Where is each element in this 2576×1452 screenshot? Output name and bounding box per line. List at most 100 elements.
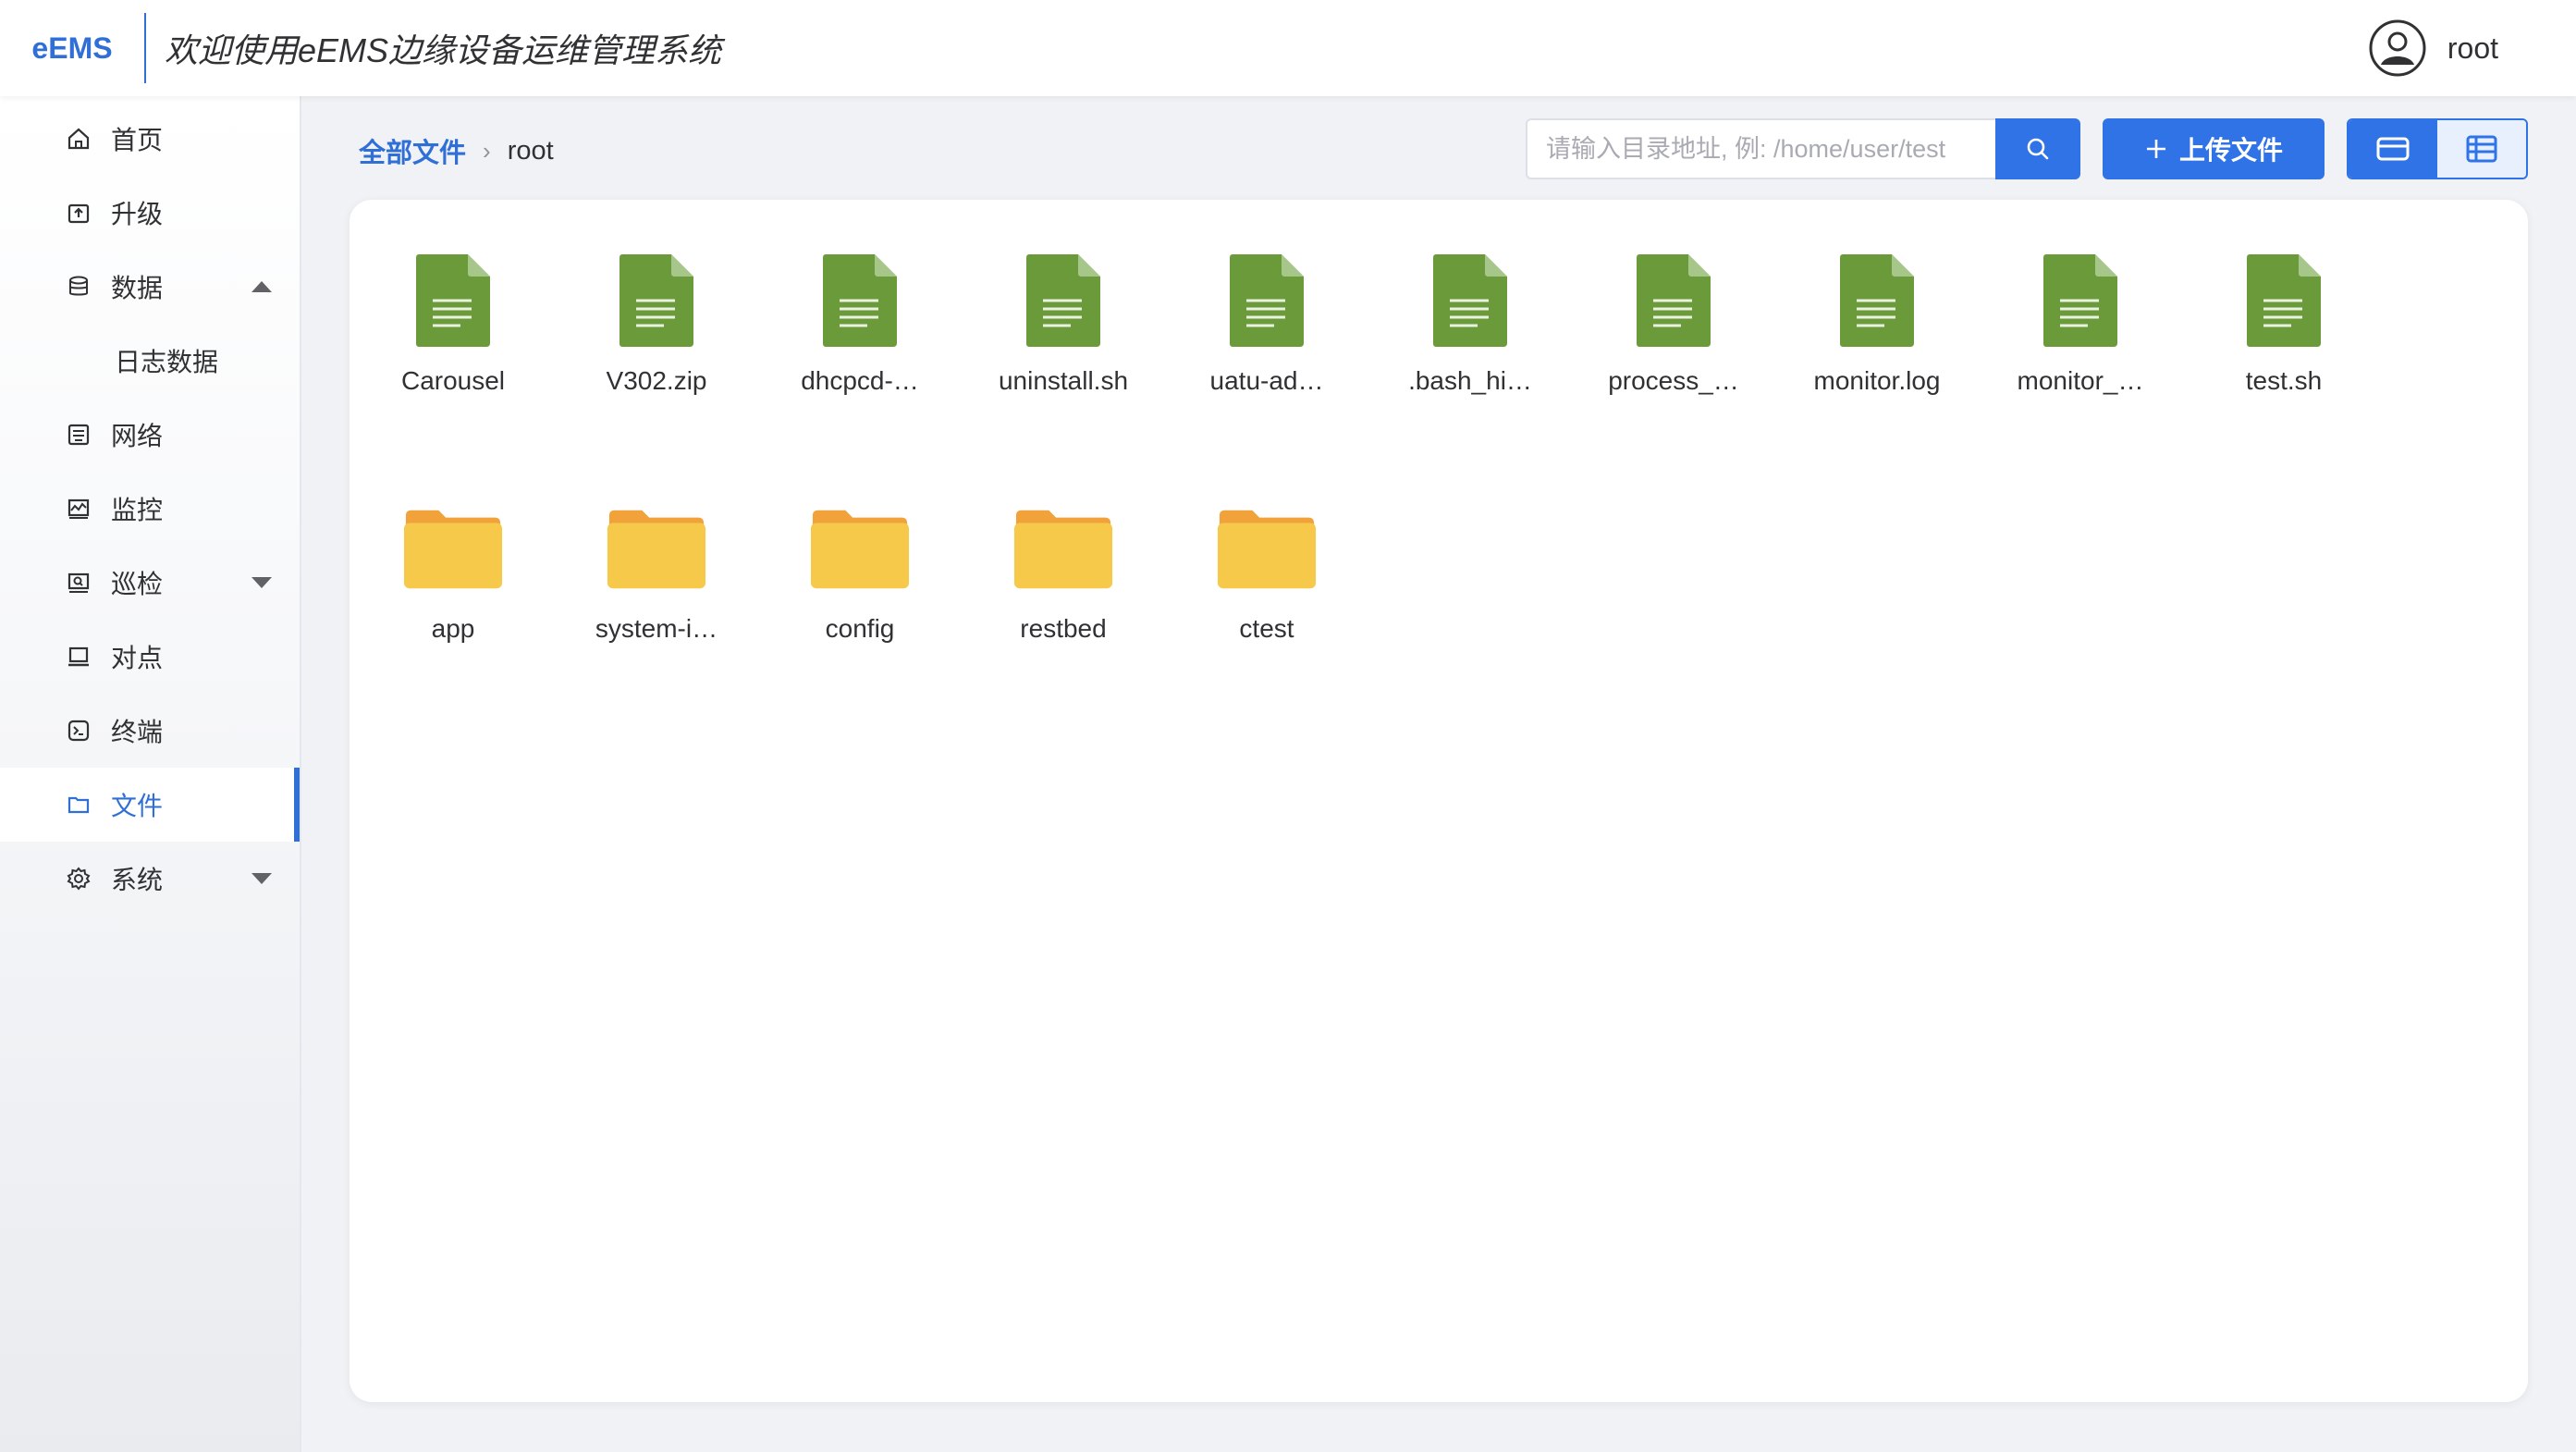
file-item[interactable]: dhcpcd-…: [758, 250, 962, 453]
sidebar-item-files[interactable]: 文件: [0, 768, 300, 842]
document-file-icon: [2030, 250, 2131, 351]
sidebar-item-label: 对点: [111, 644, 164, 672]
user-avatar-icon[interactable]: [2368, 18, 2427, 78]
network-icon: [65, 421, 92, 449]
user-menu[interactable]: root: [2368, 0, 2498, 96]
chevron-right-icon: ›: [483, 136, 491, 165]
sidebar-item-upgrade[interactable]: 升级: [0, 176, 300, 250]
file-item[interactable]: uatu-ad…: [1165, 250, 1368, 453]
folder-icon: [809, 498, 911, 599]
document-file-icon: [1419, 250, 1521, 351]
document-file-icon: [1216, 250, 1318, 351]
sidebar-item-label: 日志数据: [115, 348, 219, 376]
folder-icon: [1216, 498, 1318, 599]
upload-file-button[interactable]: 上传文件: [2103, 118, 2325, 179]
document-file-icon: [1012, 250, 1114, 351]
app-logo[interactable]: eEMS: [0, 13, 146, 83]
file-name: .bash_hi…: [1408, 366, 1532, 395]
file-name: process_…: [1608, 366, 1739, 395]
file-item[interactable]: process_…: [1572, 250, 1775, 453]
folder-item[interactable]: restbed: [962, 498, 1165, 701]
folder-item[interactable]: app: [351, 498, 555, 701]
folder-item[interactable]: system-i…: [555, 498, 758, 701]
folder-icon: [65, 791, 92, 818]
file-item[interactable]: V302.zip: [555, 250, 758, 453]
sidebar-item-inspect[interactable]: 巡检: [0, 546, 300, 620]
laptop-icon: [65, 643, 92, 671]
directory-search-input[interactable]: [1526, 118, 1995, 179]
sidebar-item-network[interactable]: 网络: [0, 398, 300, 472]
folder-name: config: [825, 614, 895, 643]
folder-item[interactable]: config: [758, 498, 962, 701]
sidebar-item-home[interactable]: 首页: [0, 102, 300, 176]
folder-item[interactable]: ctest: [1165, 498, 1368, 701]
breadcrumb-root[interactable]: 全部文件: [359, 131, 466, 170]
file-item[interactable]: Carousel: [351, 250, 555, 453]
sidebar: 首页 升级 数据 日志数据 网络 监控 巡检 对点 终端 文件 系统: [0, 96, 301, 1452]
document-file-icon: [1826, 250, 1928, 351]
user-name[interactable]: root: [2447, 31, 2498, 66]
card-view-button[interactable]: [2349, 120, 2437, 178]
file-item[interactable]: monitor.log: [1775, 250, 1979, 453]
chevron-down-icon[interactable]: [251, 873, 272, 884]
folder-name: system-i…: [595, 614, 718, 643]
sidebar-item-label: 网络: [111, 422, 164, 450]
sidebar-item-label: 文件: [111, 792, 164, 820]
file-toolbar: 全部文件 › root 上传文件: [301, 96, 2576, 200]
document-file-icon: [402, 250, 504, 351]
file-name: Carousel: [400, 366, 506, 395]
upgrade-icon: [65, 199, 92, 227]
document-file-icon: [1623, 250, 1724, 351]
file-panel: Carousel V302.zip dhcpcd-… uninstall.sh …: [350, 200, 2528, 1402]
sidebar-item-label: 终端: [111, 718, 164, 746]
folder-icon: [402, 498, 504, 599]
sidebar-item-system[interactable]: 系统: [0, 842, 300, 916]
file-name: uninstall.sh: [998, 366, 1129, 395]
file-grid: Carousel V302.zip dhcpcd-… uninstall.sh …: [350, 250, 2528, 701]
file-name: monitor_…: [2017, 366, 2144, 395]
app-title: 欢迎使用eEMS边缘设备运维管理系统: [165, 31, 722, 69]
plus-icon: [2146, 140, 2165, 158]
folder-name: ctest: [1239, 614, 1294, 643]
monitor-icon: [65, 495, 92, 523]
sidebar-item-data[interactable]: 数据: [0, 250, 300, 324]
card-view-icon: [2376, 137, 2410, 161]
sidebar-item-label: 监控: [111, 496, 164, 524]
sidebar-item-label: 系统: [111, 866, 164, 894]
document-file-icon: [2233, 250, 2335, 351]
sidebar-item-monitor[interactable]: 监控: [0, 472, 300, 546]
chevron-down-icon[interactable]: [251, 577, 272, 588]
chevron-up-icon[interactable]: [251, 281, 272, 292]
file-name: V302.zip: [606, 366, 707, 395]
file-item[interactable]: .bash_hi…: [1368, 250, 1572, 453]
gear-icon: [65, 865, 92, 892]
sidebar-item-terminal[interactable]: 终端: [0, 694, 300, 768]
file-item[interactable]: uninstall.sh: [962, 250, 1165, 453]
sidebar-item-label: 数据: [111, 274, 164, 302]
terminal-icon: [65, 717, 92, 744]
folder-name: app: [431, 614, 475, 643]
document-file-icon: [809, 250, 911, 351]
search-icon: [2027, 138, 2049, 160]
sidebar-item-label: 升级: [111, 200, 164, 228]
file-name: test.sh: [2245, 366, 2323, 395]
sidebar-item-point-check[interactable]: 对点: [0, 620, 300, 694]
folder-icon: [606, 498, 707, 599]
document-file-icon: [606, 250, 707, 351]
list-view-button[interactable]: [2437, 120, 2526, 178]
file-item[interactable]: test.sh: [2182, 250, 2386, 453]
breadcrumb: 全部文件 › root: [359, 131, 554, 170]
sidebar-item-log-data[interactable]: 日志数据: [0, 324, 300, 398]
app-header: eEMS 欢迎使用eEMS边缘设备运维管理系统 root: [0, 0, 2576, 96]
folder-name: restbed: [1020, 614, 1107, 643]
database-icon: [65, 273, 92, 301]
breadcrumb-current: root: [507, 135, 554, 166]
file-item[interactable]: monitor_…: [1979, 250, 2182, 453]
file-name: monitor.log: [1813, 366, 1941, 395]
sidebar-item-label: 巡检: [111, 570, 164, 598]
sidebar-item-label: 首页: [111, 126, 164, 154]
search-button[interactable]: [1995, 118, 2080, 179]
home-icon: [65, 125, 92, 153]
view-mode-toggle[interactable]: [2347, 118, 2528, 179]
folder-icon: [1012, 498, 1114, 599]
